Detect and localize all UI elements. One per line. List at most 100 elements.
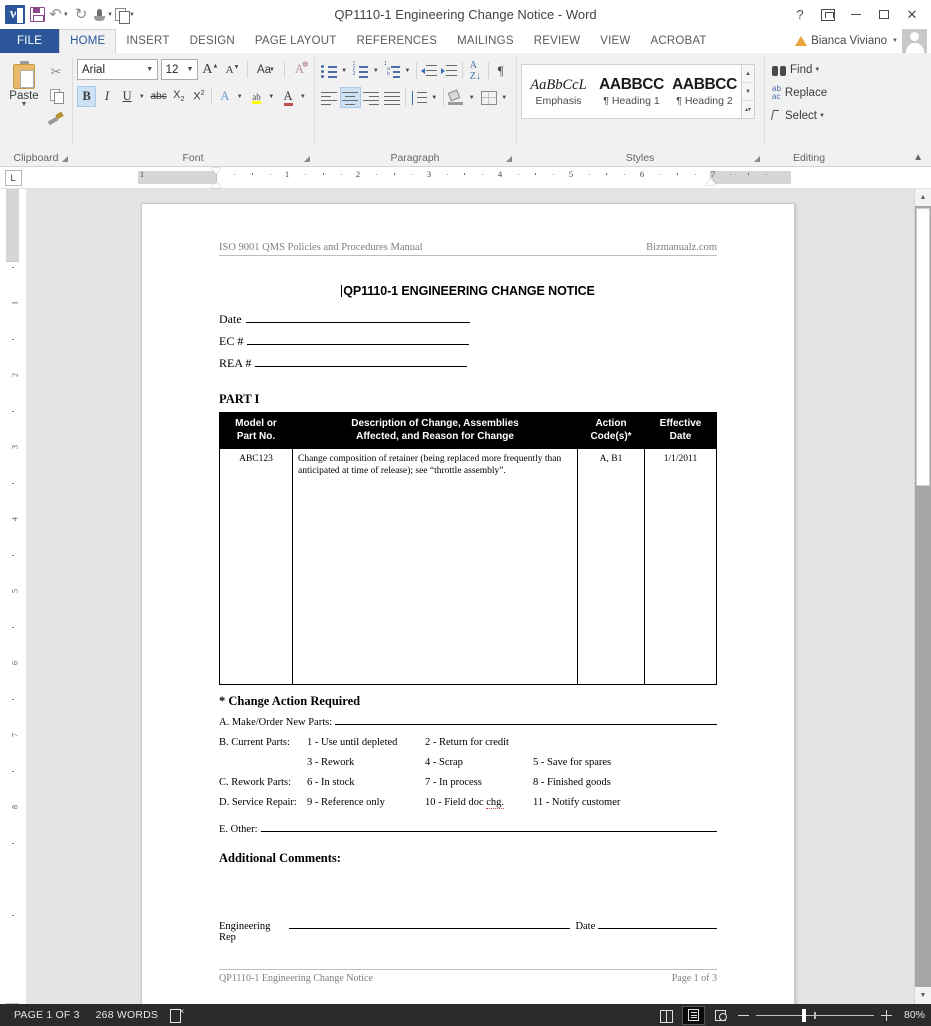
justify-button[interactable] — [382, 87, 403, 108]
bullets-button[interactable] — [319, 60, 340, 81]
zoom-slider[interactable] — [756, 1008, 874, 1022]
vertical-ruler[interactable]: 1 2 3 4 5 6 7 8 — [0, 189, 26, 1004]
tab-insert[interactable]: INSERT — [116, 29, 179, 53]
avatar[interactable] — [902, 29, 927, 53]
collapse-ribbon-icon[interactable]: ▲ — [913, 152, 923, 163]
shrink-font-button[interactable]: A▼ — [223, 59, 242, 80]
chevron-down-icon[interactable]: ▼ — [814, 67, 820, 73]
align-center-button[interactable] — [340, 87, 362, 108]
text-highlight-button[interactable]: ab — [247, 86, 266, 107]
highlight-options-button[interactable]: ▼ — [267, 86, 277, 107]
subscript-button[interactable]: X2 — [169, 86, 188, 107]
scroll-down-icon[interactable]: ▼ — [915, 987, 931, 1004]
change-case-button[interactable]: Aa ▼ — [253, 59, 279, 80]
tab-file[interactable]: FILE — [0, 29, 60, 53]
font-name-combo[interactable]: Arial ▼ — [77, 59, 158, 80]
font-color-options-button[interactable]: ▼ — [299, 86, 309, 107]
document-canvas[interactable]: ISO 9001 QMS Policies and Procedures Man… — [26, 189, 914, 1004]
style-heading-2[interactable]: AABBCC ¶ Heading 2 — [668, 65, 741, 118]
underline-button[interactable]: U — [118, 86, 137, 107]
chevron-down-icon[interactable]: ▼ — [269, 67, 275, 73]
superscript-button[interactable]: X2 — [189, 86, 208, 107]
read-mode-button[interactable] — [656, 1007, 677, 1024]
tab-review[interactable]: REVIEW — [524, 29, 591, 53]
multilevel-list-button[interactable]: 1ab — [382, 60, 403, 81]
other-line[interactable]: E. Other: — [219, 822, 717, 835]
style-emphasis[interactable]: AaBbCcL Emphasis — [522, 65, 595, 118]
ribbon-display-options-icon[interactable] — [815, 4, 841, 26]
styles-gallery[interactable]: AaBbCcL Emphasis AABBCC ¶ Heading 1 AABB… — [521, 64, 742, 119]
zoom-in-button[interactable] — [880, 1009, 893, 1022]
numbering-options-button[interactable]: ▼ — [371, 60, 382, 81]
field-ec-number[interactable]: EC # — [219, 334, 717, 349]
account-area[interactable]: Bianca Viviano ▼ — [795, 29, 931, 53]
zoom-slider-thumb[interactable] — [802, 1008, 806, 1022]
chevron-down-icon[interactable]: ▼ — [21, 101, 28, 108]
bold-button[interactable]: B — [77, 86, 97, 107]
horizontal-ruler[interactable]: 1 1 2 3 4 5 6 7 — [26, 167, 931, 189]
paragraph-dialog-launcher[interactable]: ◢ — [506, 154, 512, 163]
save-icon[interactable] — [27, 5, 47, 25]
text-effects-options-button[interactable]: ▼ — [235, 86, 245, 107]
first-line-indent-marker[interactable] — [211, 168, 221, 174]
styles-scroll[interactable]: ▲ ▼ ▴▾ — [742, 64, 755, 119]
word-logo-icon[interactable]: W — [5, 5, 25, 25]
styles-more-icon[interactable]: ▴▾ — [742, 101, 754, 118]
chevron-down-icon[interactable]: ▼ — [892, 38, 898, 44]
style-heading-1[interactable]: AABBCC ¶ Heading 1 — [595, 65, 668, 118]
make-order-new-parts-line[interactable]: A. Make/Order New Parts: — [219, 715, 717, 728]
tab-acrobat[interactable]: ACROBAT — [640, 29, 716, 53]
undo-icon[interactable]: ↶ ▼ — [49, 5, 69, 25]
sort-button[interactable]: A Z↓ — [465, 60, 486, 82]
redo-icon[interactable]: ↻ — [71, 5, 91, 25]
borders-button[interactable] — [478, 87, 499, 108]
align-right-button[interactable] — [361, 87, 382, 108]
web-layout-button[interactable] — [710, 1007, 731, 1024]
table-row[interactable]: ABC123 Change composition of retainer (b… — [219, 448, 717, 685]
tab-view[interactable]: VIEW — [590, 29, 640, 53]
line-spacing-button[interactable] — [408, 87, 429, 108]
decrease-indent-button[interactable] — [419, 60, 440, 81]
chevron-down-icon[interactable]: ▼ — [183, 66, 197, 73]
signature-line[interactable]: Engineering Rep Date — [219, 918, 717, 943]
multilevel-list-options-button[interactable]: ▼ — [403, 60, 414, 81]
scrollbar-track[interactable] — [915, 206, 931, 987]
document-page[interactable]: ISO 9001 QMS Policies and Procedures Man… — [141, 203, 795, 1004]
help-icon[interactable]: ? — [787, 4, 813, 26]
print-layout-button[interactable] — [682, 1005, 705, 1025]
show-formatting-marks-button[interactable]: ¶ — [490, 60, 511, 81]
right-indent-marker[interactable] — [706, 178, 716, 185]
tab-page-layout[interactable]: PAGE LAYOUT — [245, 29, 347, 53]
tab-stop-selector[interactable]: L — [0, 167, 26, 189]
replace-button[interactable]: ab ac Replace — [769, 83, 849, 103]
customize-quick-access-icon[interactable]: ▼ — [115, 5, 135, 25]
ecn-table[interactable]: Model or Part No. Description of Change,… — [219, 412, 717, 685]
word-count[interactable]: 268 WORDS — [88, 1009, 166, 1021]
scrollbar-thumb[interactable] — [916, 208, 930, 486]
field-date[interactable]: Date — [219, 312, 717, 327]
font-size-combo[interactable]: 12 ▼ — [160, 59, 198, 80]
zoom-level[interactable]: 80% — [899, 1009, 925, 1021]
page-indicator[interactable]: PAGE 1 OF 3 — [6, 1009, 88, 1021]
shading-options-button[interactable]: ▼ — [467, 87, 479, 108]
proofing-errors-icon[interactable] — [170, 1007, 184, 1023]
minimize-icon[interactable] — [843, 4, 869, 26]
select-button[interactable]: Select ▼ — [769, 106, 849, 126]
find-button[interactable]: Find ▼ — [769, 60, 849, 80]
numbering-button[interactable]: 123 — [351, 60, 372, 81]
styles-dialog-launcher[interactable]: ◢ — [754, 154, 760, 163]
clipboard-dialog-launcher[interactable]: ◢ — [62, 154, 68, 163]
touch-mode-icon[interactable]: ▼ — [93, 5, 113, 25]
hanging-indent-marker[interactable] — [211, 182, 221, 188]
paste-button[interactable]: Paste ▼ — [5, 59, 43, 128]
borders-options-button[interactable]: ▼ — [500, 87, 512, 108]
clear-formatting-button[interactable]: A ✽ — [290, 59, 309, 80]
shading-button[interactable] — [446, 87, 467, 108]
scroll-up-icon[interactable]: ▲ — [915, 189, 931, 206]
maximize-icon[interactable] — [871, 4, 897, 26]
close-icon[interactable]: ✕ — [899, 4, 925, 26]
tab-mailings[interactable]: MAILINGS — [447, 29, 524, 53]
line-spacing-options-button[interactable]: ▼ — [429, 87, 441, 108]
styles-scroll-down-icon[interactable]: ▼ — [742, 83, 754, 101]
tab-references[interactable]: REFERENCES — [347, 29, 448, 53]
